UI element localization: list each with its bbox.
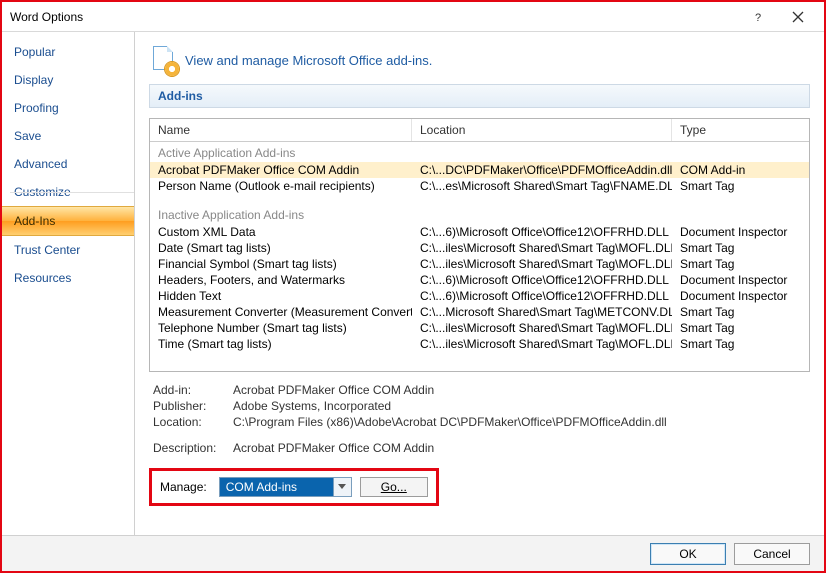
sidebar-item-display[interactable]: Display (2, 66, 134, 94)
addin-row[interactable]: Custom XML Data C:\...6)\Microsoft Offic… (150, 224, 809, 240)
addins-icon (149, 46, 177, 74)
group-active-label: Active Application Add-ins (150, 144, 809, 162)
addin-row[interactable]: Measurement Converter (Measurement Conve… (150, 304, 809, 320)
detail-label-publisher: Publisher: (153, 399, 233, 413)
addins-list: Name Location Type Active Application Ad… (149, 118, 810, 372)
col-header-type[interactable]: Type (672, 119, 809, 141)
col-header-name[interactable]: Name (150, 119, 412, 141)
addin-row[interactable]: Acrobat PDFMaker Office COM Addin C:\...… (150, 162, 809, 178)
addin-row[interactable]: Time (Smart tag lists) C:\...iles\Micros… (150, 336, 809, 352)
group-inactive-label: Inactive Application Add-ins (150, 206, 809, 224)
detail-value-publisher: Adobe Systems, Incorporated (233, 399, 806, 413)
addin-row[interactable]: Person Name (Outlook e-mail recipients) … (150, 178, 809, 194)
sidebar-item-customize[interactable]: Customize (2, 178, 134, 206)
manage-label: Manage: (160, 480, 207, 494)
content-pane: View and manage Microsoft Office add-ins… (135, 32, 824, 535)
col-header-location[interactable]: Location (412, 119, 672, 141)
sidebar-nav: Popular Display Proofing Save Advanced C… (2, 32, 135, 535)
addin-row[interactable]: Telephone Number (Smart tag lists) C:\..… (150, 320, 809, 336)
detail-label-description: Description: (153, 441, 233, 455)
sidebar-item-addins[interactable]: Add-Ins (2, 206, 134, 236)
manage-dropdown[interactable]: COM Add-ins (219, 477, 352, 497)
ok-button[interactable]: OK (650, 543, 726, 565)
title-bar: Word Options ? (2, 2, 824, 32)
sidebar-item-proofing[interactable]: Proofing (2, 94, 134, 122)
addin-details: Add-in:Acrobat PDFMaker Office COM Addin… (149, 372, 810, 462)
detail-value-description: Acrobat PDFMaker Office COM Addin (233, 441, 806, 455)
addin-row[interactable]: Date (Smart tag lists) C:\...iles\Micros… (150, 240, 809, 256)
addin-row[interactable]: Headers, Footers, and Watermarks C:\...6… (150, 272, 809, 288)
close-icon (792, 11, 804, 23)
help-icon: ? (752, 11, 764, 23)
dialog-footer: OK Cancel (2, 535, 824, 571)
sidebar-item-popular[interactable]: Popular (2, 38, 134, 66)
close-button[interactable] (778, 3, 818, 31)
detail-value-location: C:\Program Files (x86)\Adobe\Acrobat DC\… (233, 415, 806, 429)
detail-value-addin: Acrobat PDFMaker Office COM Addin (233, 383, 806, 397)
detail-label-location: Location: (153, 415, 233, 429)
svg-text:?: ? (755, 12, 761, 23)
cancel-button[interactable]: Cancel (734, 543, 810, 565)
window-title: Word Options (10, 10, 738, 24)
page-subtitle: View and manage Microsoft Office add-ins… (185, 53, 432, 68)
addin-row[interactable]: Hidden Text C:\...6)\Microsoft Office\Of… (150, 288, 809, 304)
sidebar-item-save[interactable]: Save (2, 122, 134, 150)
manage-dropdown-value: COM Add-ins (220, 478, 333, 496)
go-button[interactable]: Go... (360, 477, 428, 497)
chevron-down-icon (333, 478, 351, 496)
sidebar-item-trust-center[interactable]: Trust Center (2, 236, 134, 264)
grid-header: Name Location Type (150, 119, 809, 142)
sidebar-item-advanced[interactable]: Advanced (2, 150, 134, 178)
sidebar-item-resources[interactable]: Resources (2, 264, 134, 292)
manage-panel: Manage: COM Add-ins Go... (149, 468, 439, 506)
section-heading: Add-ins (149, 84, 810, 108)
detail-label-addin: Add-in: (153, 383, 233, 397)
addin-row[interactable]: Financial Symbol (Smart tag lists) C:\..… (150, 256, 809, 272)
help-button[interactable]: ? (738, 3, 778, 31)
